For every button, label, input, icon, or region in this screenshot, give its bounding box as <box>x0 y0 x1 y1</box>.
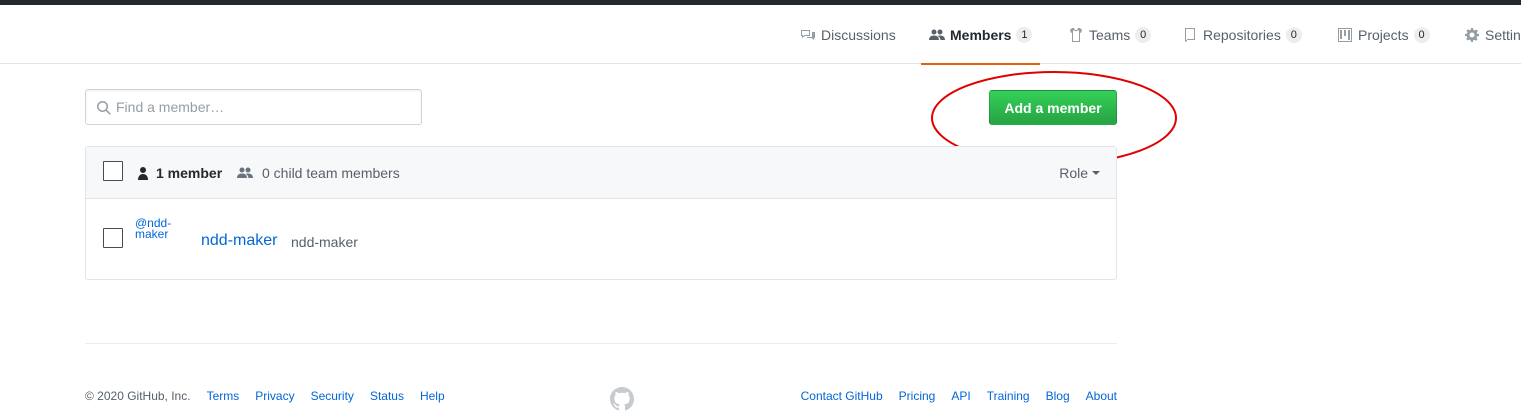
footer-left: © 2020 GitHub, Inc. Terms Privacy Securi… <box>85 389 461 403</box>
repo-icon <box>1182 27 1198 43</box>
tab-settings[interactable]: Settings <box>1464 5 1521 64</box>
role-filter-dropdown[interactable]: Role <box>1059 147 1100 199</box>
tab-label: Discussions <box>821 26 896 43</box>
tab-label: Repositories <box>1203 26 1281 43</box>
member-name-link[interactable]: ndd-maker <box>201 232 277 250</box>
tab-counter: 1 <box>1016 26 1033 43</box>
select-all-checkbox[interactable] <box>103 161 123 181</box>
tab-label: Settings <box>1485 26 1521 43</box>
avatar[interactable]: @ndd-maker <box>135 217 179 240</box>
members-list-header: 1 member 0 child team members Role <box>86 147 1116 199</box>
people-icon <box>929 27 945 43</box>
footer-divider <box>85 343 1117 344</box>
add-member-button[interactable]: Add a member <box>989 90 1117 125</box>
footer-link-privacy[interactable]: Privacy <box>255 389 294 403</box>
team-tab-nav: Discussions Members 1 Teams 0 Repositori… <box>0 5 1521 65</box>
member-checkbox[interactable] <box>103 228 123 248</box>
member-count: 1 member <box>135 147 222 199</box>
role-label: Role <box>1059 165 1088 181</box>
member-search <box>85 89 422 125</box>
footer-right: Contact GitHub Pricing API Training Blog… <box>801 389 1117 403</box>
footer-link-training[interactable]: Training <box>987 389 1030 403</box>
project-icon <box>1337 27 1353 43</box>
caret-down-icon <box>1092 171 1100 175</box>
tab-label: Teams <box>1089 26 1131 43</box>
footer-link-blog[interactable]: Blog <box>1046 389 1070 403</box>
search-icon <box>96 100 112 116</box>
footer-link-help[interactable]: Help <box>420 389 445 403</box>
footer-link-status[interactable]: Status <box>370 389 404 403</box>
tab-counter: 0 <box>1285 26 1302 43</box>
child-team-member-count: 0 child team members <box>237 147 400 199</box>
member-login: ndd-maker <box>291 234 358 250</box>
tab-label: Projects <box>1358 26 1409 43</box>
jersey-icon <box>1068 27 1084 43</box>
github-logo-icon[interactable] <box>610 387 634 411</box>
footer-link-api[interactable]: API <box>951 389 970 403</box>
person-icon <box>135 165 151 181</box>
footer-link-about[interactable]: About <box>1086 389 1117 403</box>
comment-discussion-icon <box>800 27 816 43</box>
member-row: @ndd-maker ndd-maker ndd-maker <box>86 200 1116 279</box>
tab-members[interactable]: Members 1 <box>920 5 1041 65</box>
tab-counter: 0 <box>1135 26 1152 43</box>
copyright: © 2020 GitHub, Inc. <box>85 389 191 403</box>
footer-link-security[interactable]: Security <box>311 389 354 403</box>
child-count-label: 0 child team members <box>262 165 400 181</box>
tab-projects[interactable]: Projects 0 <box>1337 5 1430 64</box>
member-count-label: 1 member <box>156 165 223 181</box>
search-input[interactable] <box>116 90 416 124</box>
footer-link-terms[interactable]: Terms <box>207 389 240 403</box>
people-icon <box>237 165 253 181</box>
footer-link-pricing[interactable]: Pricing <box>899 389 936 403</box>
tab-counter: 0 <box>1413 26 1430 43</box>
members-list: 1 member 0 child team members Role @ndd-… <box>85 146 1117 280</box>
footer-link-contact[interactable]: Contact GitHub <box>801 389 883 403</box>
tab-teams[interactable]: Teams 0 <box>1068 5 1152 64</box>
tab-discussions[interactable]: Discussions <box>800 5 896 64</box>
tab-label: Members <box>950 26 1012 43</box>
tab-repositories[interactable]: Repositories 0 <box>1182 5 1302 64</box>
gear-icon <box>1464 27 1480 43</box>
